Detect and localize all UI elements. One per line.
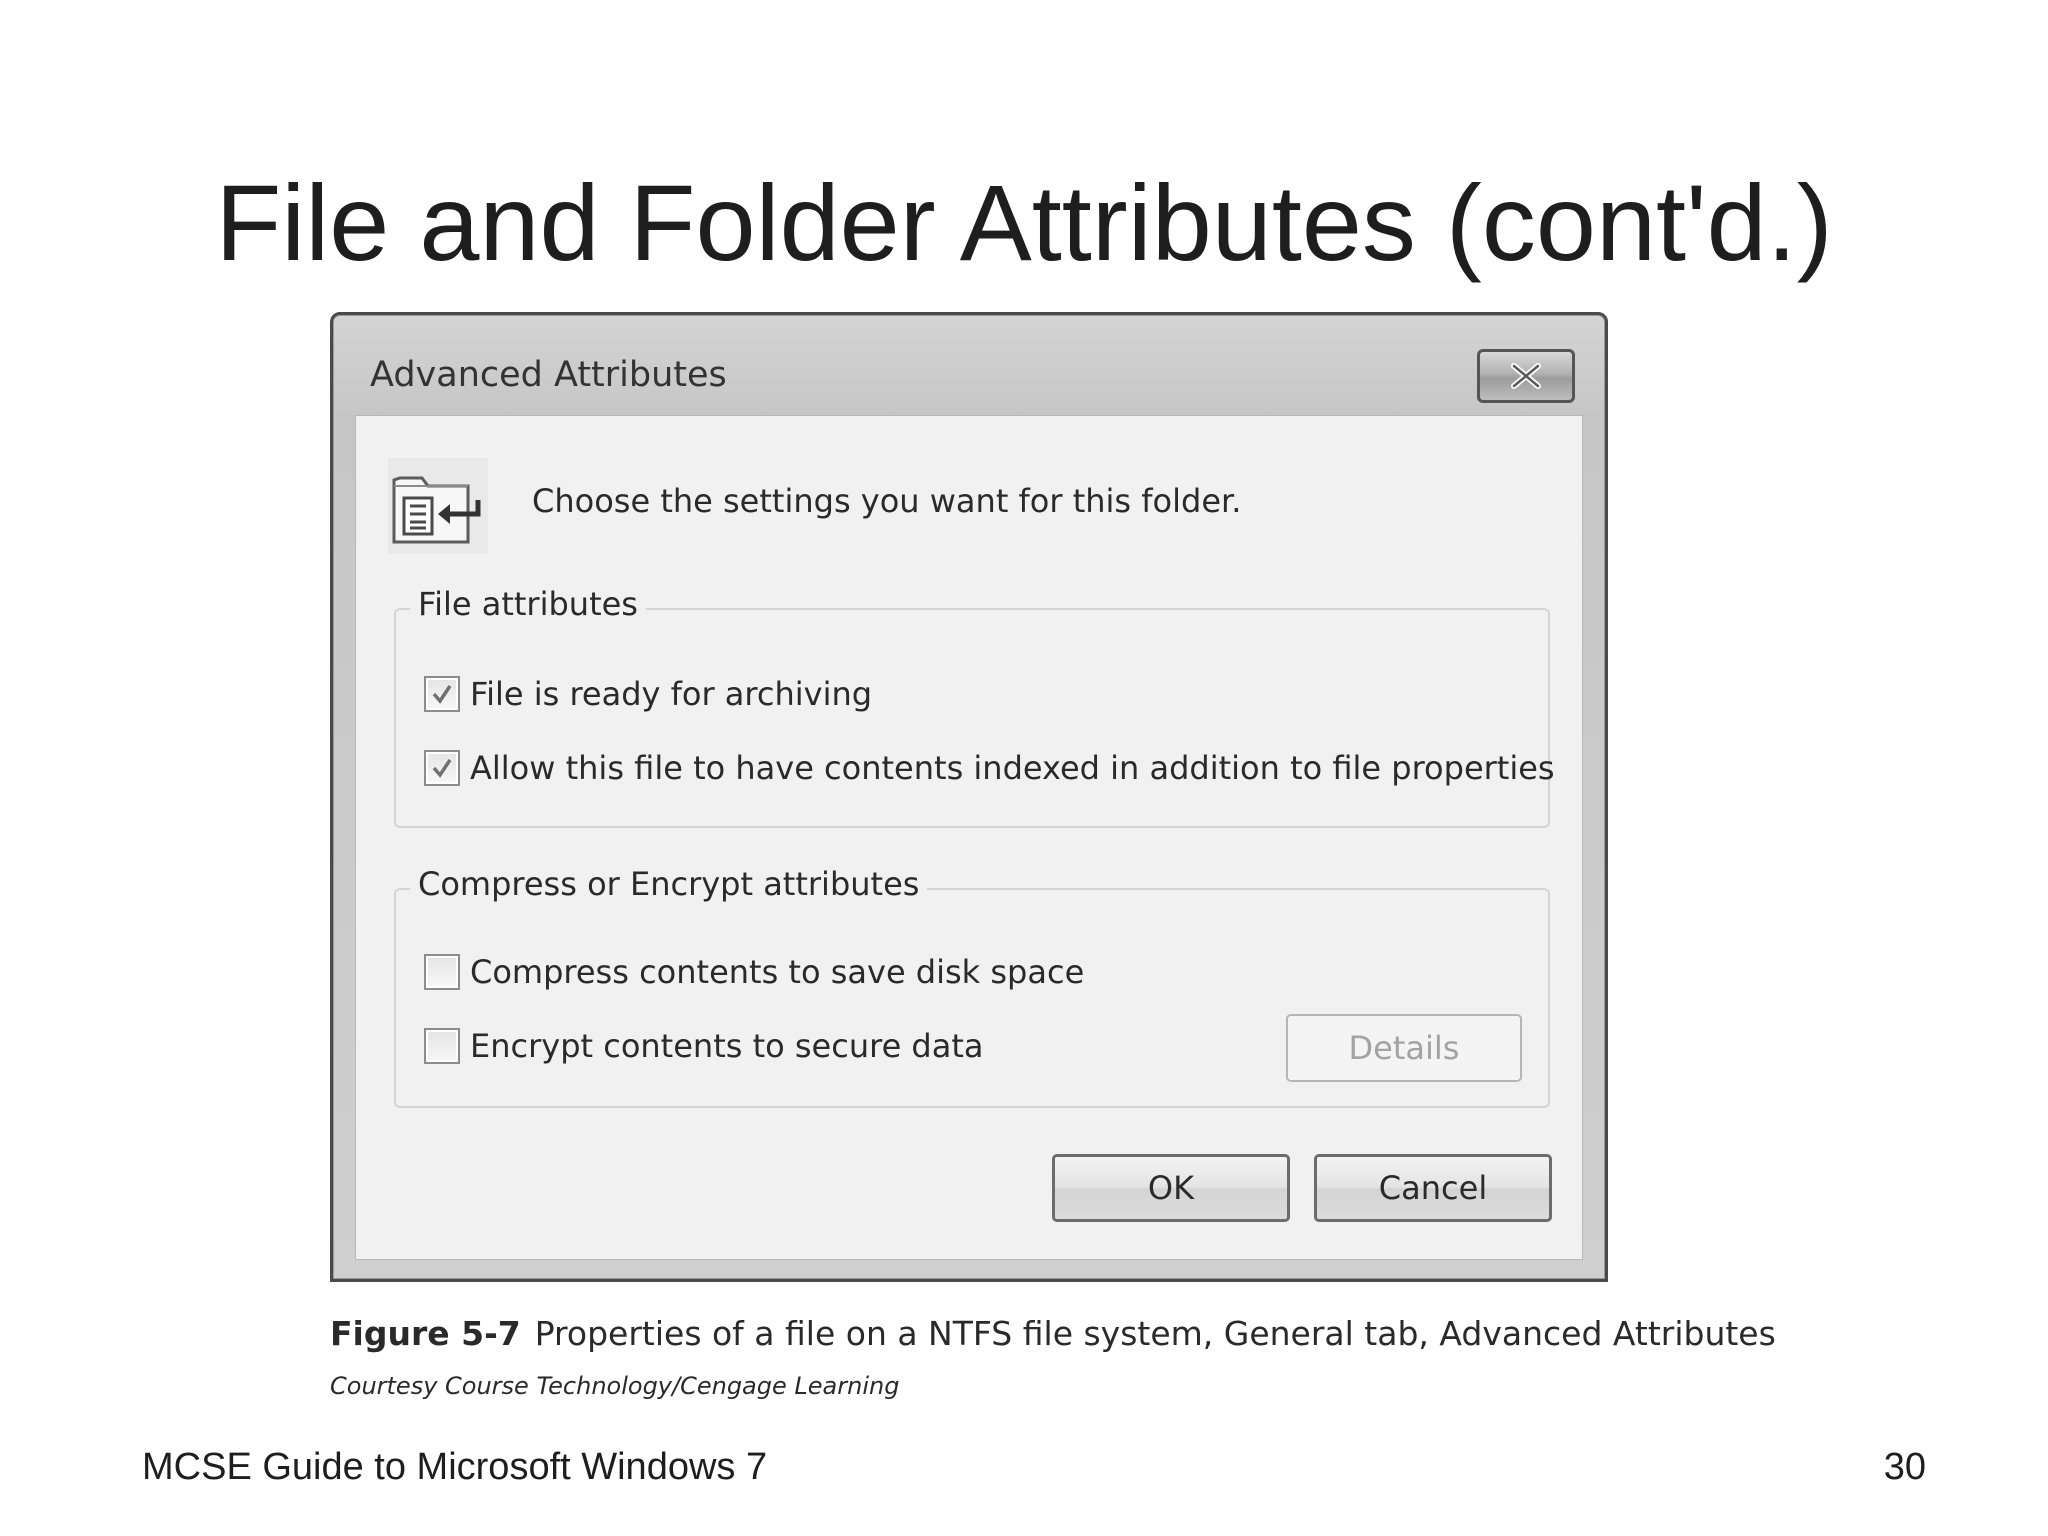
dialog-client-area: Choose the settings you want for this fo… xyxy=(355,415,1583,1260)
file-attributes-legend: File attributes xyxy=(410,584,646,624)
folder-attributes-icon xyxy=(388,458,488,554)
compress-option[interactable]: Compress contents to save disk space xyxy=(424,950,1084,994)
cancel-button[interactable]: Cancel xyxy=(1314,1154,1552,1222)
instruction-text: Choose the settings you want for this fo… xyxy=(532,482,1242,520)
close-button[interactable] xyxy=(1477,349,1575,403)
compress-encrypt-legend: Compress or Encrypt attributes xyxy=(410,864,928,904)
compress-encrypt-group: Compress or Encrypt attributes Compress … xyxy=(394,864,1550,1108)
close-icon xyxy=(1511,363,1541,389)
checkmark-icon xyxy=(432,759,452,778)
footer-text: MCSE Guide to Microsoft Windows 7 xyxy=(142,1446,768,1488)
figure-number: Figure 5-7 xyxy=(330,1314,521,1353)
archive-option[interactable]: File is ready for archiving xyxy=(424,672,872,716)
dialog-title: Advanced Attributes xyxy=(370,355,727,395)
figure-caption: Figure 5-7 Properties of a file on a NTFS… xyxy=(330,1314,1776,1353)
encrypt-label: Encrypt contents to secure data xyxy=(470,1027,984,1065)
ok-button[interactable]: OK xyxy=(1052,1154,1290,1222)
archive-label: File is ready for archiving xyxy=(470,675,873,713)
figure-text: Properties of a file on a NTFS file syst… xyxy=(534,1314,1776,1353)
slide-title: File and Folder Attributes (cont'd.) xyxy=(215,162,1833,283)
details-button[interactable]: Details xyxy=(1286,1014,1522,1082)
index-option[interactable]: Allow this file to have contents indexed… xyxy=(424,746,1555,790)
archive-checkbox[interactable] xyxy=(424,676,460,712)
figure-credit: Courtesy Course Technology/Cengage Learn… xyxy=(330,1372,900,1400)
encrypt-checkbox[interactable] xyxy=(424,1028,460,1064)
compress-checkbox[interactable] xyxy=(424,954,460,990)
file-attributes-group: File attributes File is ready for archiv… xyxy=(394,584,1555,828)
checkmark-icon xyxy=(432,685,452,704)
page-number: 30 xyxy=(1883,1446,1926,1488)
index-label: Allow this file to have contents indexed… xyxy=(470,749,1555,787)
encrypt-option[interactable]: Encrypt contents to secure data xyxy=(424,1024,984,1068)
index-checkbox[interactable] xyxy=(424,750,460,786)
compress-label: Compress contents to save disk space xyxy=(470,953,1085,991)
